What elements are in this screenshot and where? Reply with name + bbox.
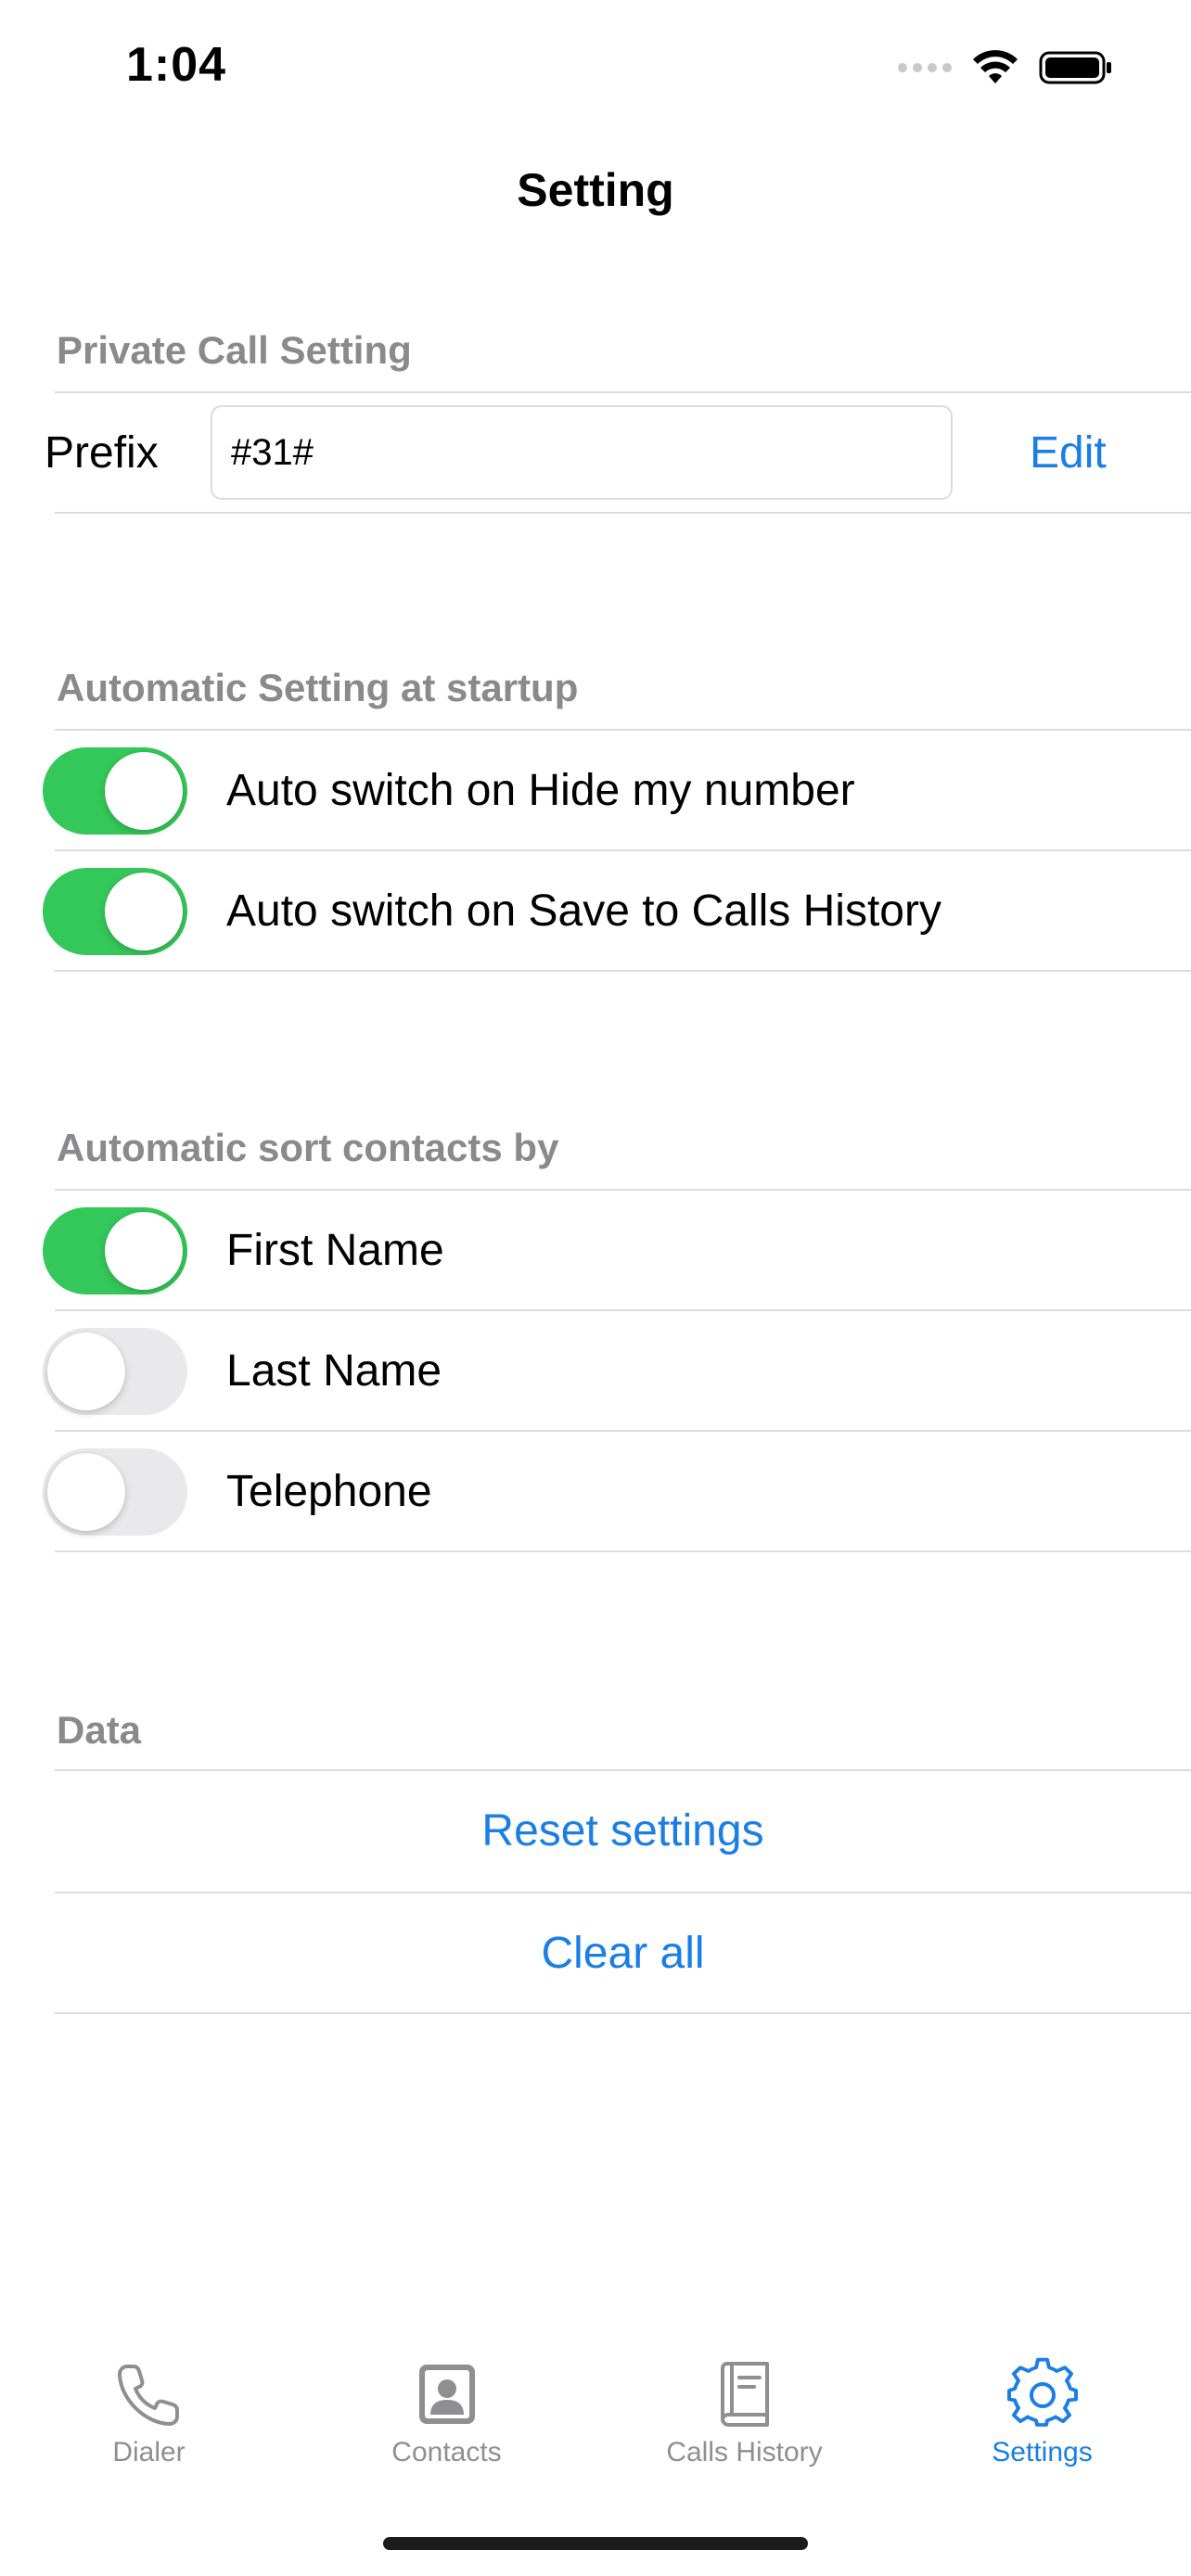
- prefix-input[interactable]: [211, 405, 953, 500]
- edit-prefix-button[interactable]: Edit: [1030, 393, 1107, 514]
- section-header-startup: Automatic Setting at startup: [57, 666, 579, 709]
- first-name-toggle[interactable]: [43, 1207, 187, 1294]
- sort-row-last-name: Last Name: [0, 1311, 1191, 1432]
- first-name-label: First Name: [226, 1226, 444, 1275]
- sort-row-telephone: Telephone: [0, 1432, 1191, 1552]
- tab-calls-history[interactable]: Calls History: [596, 2337, 893, 2468]
- wifi-icon: [973, 50, 1018, 83]
- section-header-sort: Automatic sort contacts by: [57, 1126, 559, 1169]
- section-header-private-call: Private Call Setting: [57, 328, 412, 372]
- prefix-label: Prefix: [45, 428, 159, 478]
- settings-screen: 1:04 Setting Private Call Setting Prefix…: [0, 0, 1191, 2576]
- setting-row-save-history: Auto switch on Save to Calls History: [0, 851, 1191, 972]
- section-header-data: Data: [57, 1708, 142, 1752]
- divider: [55, 2012, 1191, 2014]
- page-title: Setting: [517, 164, 674, 216]
- save-history-toggle[interactable]: [43, 868, 187, 955]
- reset-settings-button[interactable]: Reset settings: [55, 1771, 1191, 1892]
- toggle-knob: [105, 1212, 183, 1290]
- divider: [55, 1550, 1191, 1552]
- clear-all-button[interactable]: Clear all: [55, 1894, 1191, 2014]
- status-icons: [898, 46, 1113, 89]
- tab-dialer[interactable]: Dialer: [0, 2337, 298, 2468]
- tab-contacts[interactable]: Contacts: [298, 2337, 596, 2468]
- last-name-toggle[interactable]: [43, 1328, 187, 1415]
- hide-number-label: Auto switch on Hide my number: [226, 766, 855, 815]
- contact-card-icon: [418, 2365, 475, 2424]
- setting-row-hide-number: Auto switch on Hide my number: [0, 731, 1191, 851]
- battery-icon: [1039, 51, 1111, 84]
- tab-label: Calls History: [666, 2437, 823, 2468]
- tab-settings[interactable]: Settings: [893, 2337, 1191, 2468]
- tab-bar: Dialer Contacts Calls History Settings: [0, 2337, 1191, 2485]
- tab-label: Settings: [992, 2437, 1093, 2468]
- book-icon: [720, 2362, 769, 2427]
- sort-row-first-name: First Name: [0, 1191, 1191, 1311]
- status-time: 1:04: [126, 38, 227, 92]
- divider: [55, 512, 1191, 514]
- home-indicator[interactable]: [383, 2537, 808, 2550]
- save-history-label: Auto switch on Save to Calls History: [226, 886, 941, 936]
- tab-label: Contacts: [391, 2437, 502, 2468]
- divider: [55, 391, 1191, 393]
- phone-icon: [117, 2365, 179, 2426]
- gear-icon: [1006, 2357, 1078, 2427]
- hide-number-toggle[interactable]: [43, 747, 187, 835]
- divider: [55, 970, 1191, 972]
- toggle-knob: [105, 873, 183, 950]
- toggle-knob: [47, 1333, 125, 1410]
- toggle-knob: [47, 1453, 125, 1531]
- telephone-label: Telephone: [226, 1467, 432, 1516]
- tab-label: Dialer: [112, 2437, 186, 2468]
- toggle-knob: [105, 752, 183, 830]
- cellular-signal-icon: [898, 63, 952, 72]
- last-name-label: Last Name: [226, 1346, 442, 1396]
- telephone-toggle[interactable]: [43, 1448, 187, 1536]
